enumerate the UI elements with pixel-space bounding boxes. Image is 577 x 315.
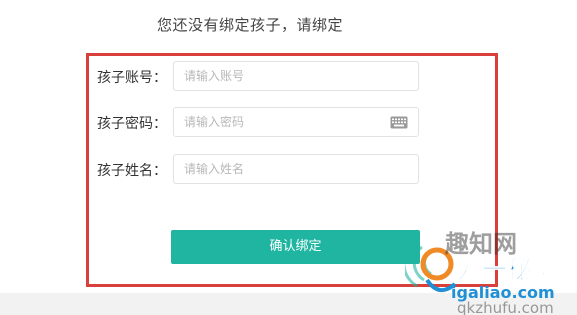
watermark-partial-bottom: qkzhufu.com <box>457 299 554 315</box>
account-input[interactable] <box>174 62 418 90</box>
watermark-logo: 趣知网 爱一秘聊 igaliao.com qkzhufu.com <box>405 230 557 315</box>
bind-child-page: 您还没有绑定孩子，请绑定 孩子账号： 孩子密码： <box>0 0 577 315</box>
account-field-wrapper <box>173 61 419 91</box>
account-label: 孩子账号： <box>97 70 167 86</box>
password-field-wrapper <box>173 107 419 137</box>
password-input[interactable] <box>174 108 418 136</box>
name-input[interactable] <box>174 155 418 183</box>
confirm-bind-button[interactable]: 确认绑定 <box>171 230 420 264</box>
name-field-wrapper <box>173 154 419 184</box>
password-label: 孩子密码： <box>97 116 167 132</box>
watermark-partial-top: 趣知网 <box>444 230 517 258</box>
not-bound-notice: 您还没有绑定孩子，请绑定 <box>156 16 343 34</box>
name-label: 孩子姓名： <box>97 163 167 179</box>
watermark-brand: 爱一秘聊 <box>457 255 557 284</box>
keyboard-icon[interactable] <box>390 116 408 129</box>
